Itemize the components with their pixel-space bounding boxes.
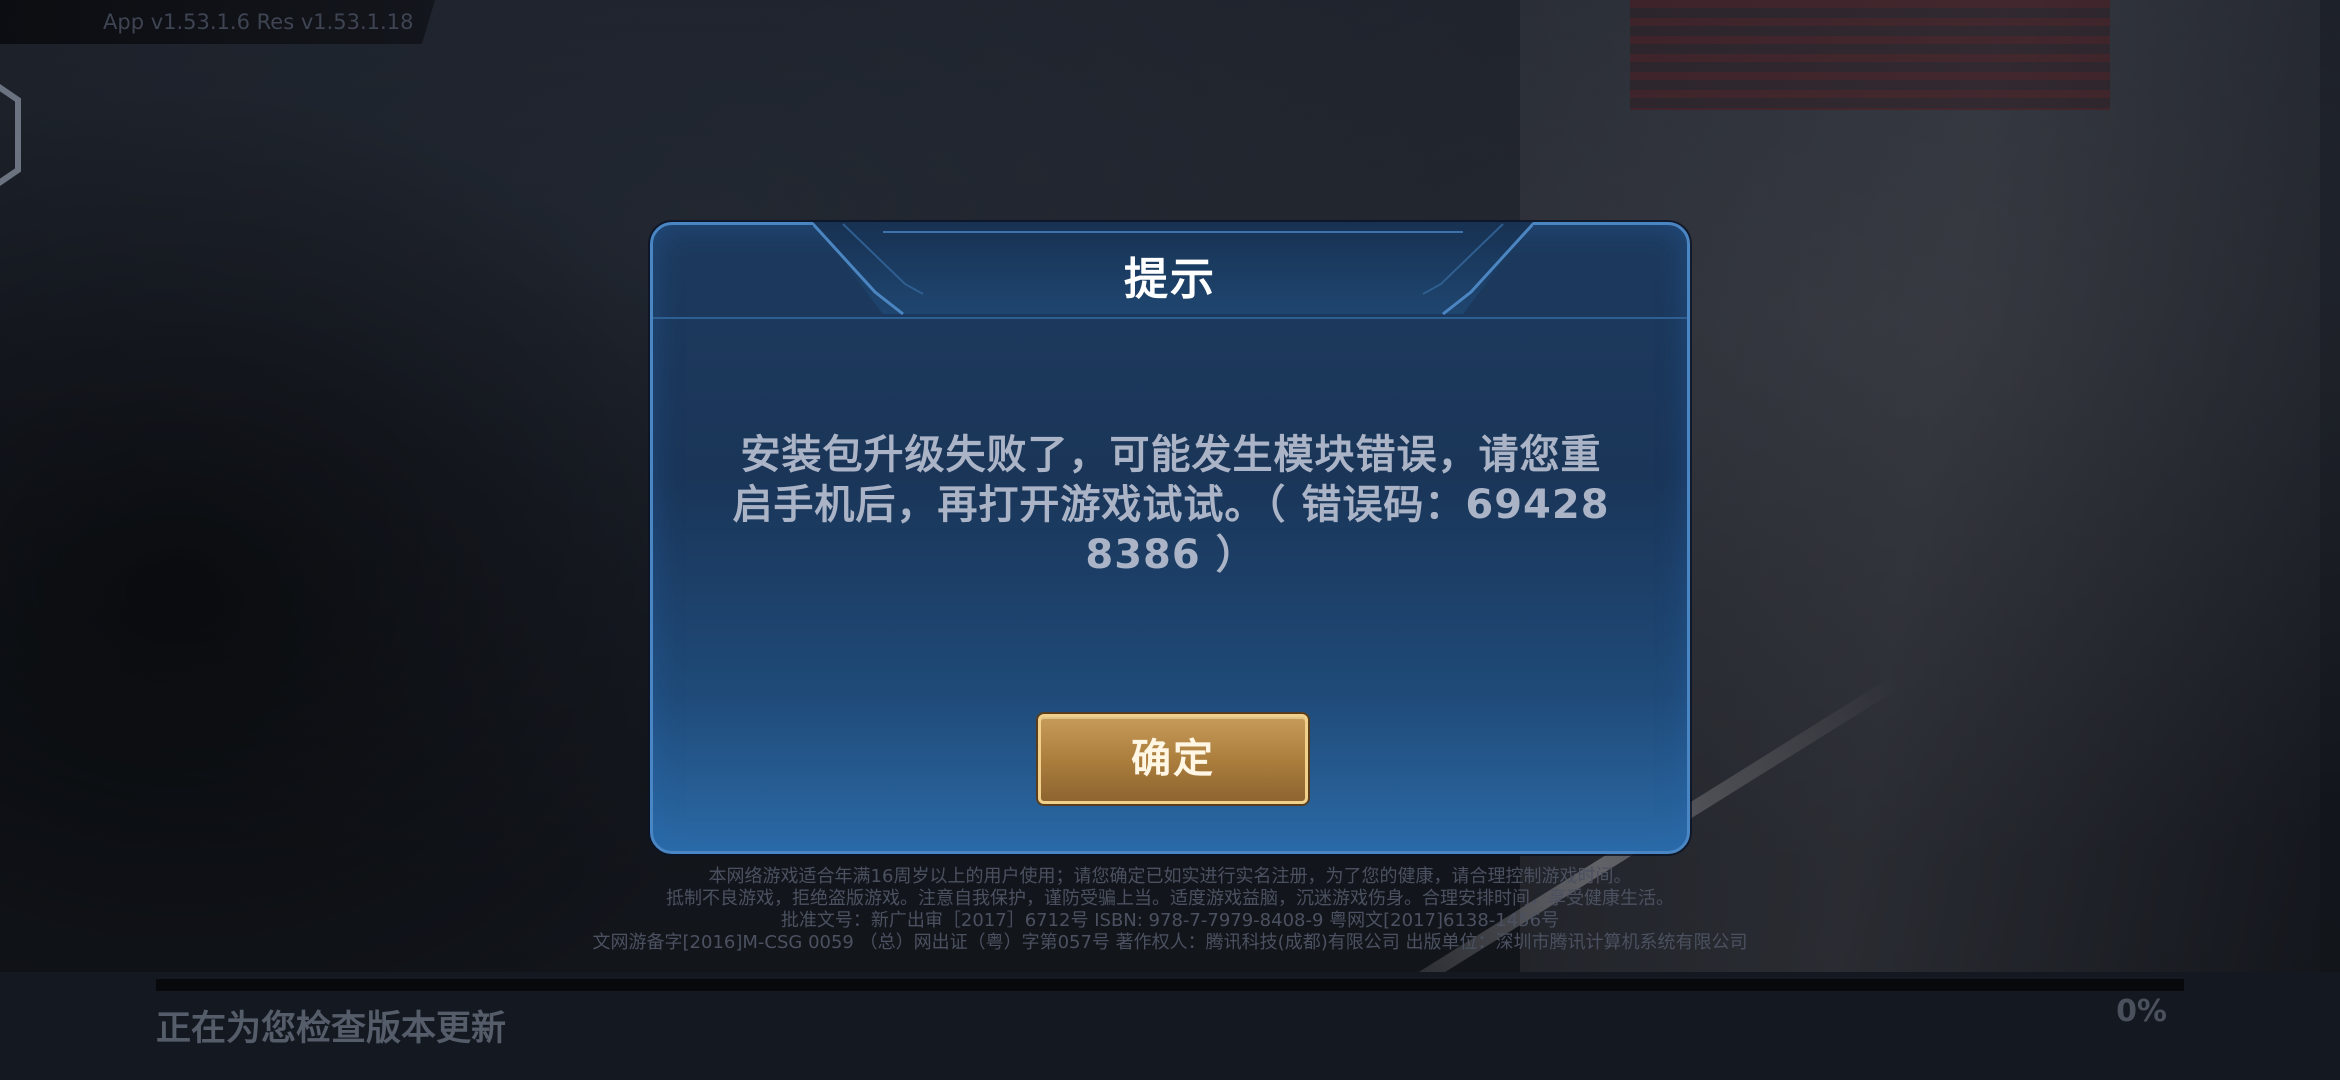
version-label: App v1.53.1.6 Res v1.53.1.18 [0, 0, 435, 44]
dialog-message: 安装包升级失败了，可能发生模块错误，请您重 启手机后，再打开游戏试试。（ 错误码… [731, 430, 1611, 580]
message-line-3: 8386 ） [731, 530, 1611, 580]
message-line-1: 安装包升级失败了，可能发生模块错误，请您重 [740, 432, 1602, 478]
progress-percent: 0% [2116, 994, 2167, 1029]
message-line-2-text: 启手机后，再打开游戏试试。（ 错误码： [732, 482, 1466, 528]
error-code-part-1: 69428 [1465, 482, 1610, 528]
legal-line: 批准文号：新广出审［2017］6712号 ISBN: 978-7-7979-84… [780, 910, 1560, 931]
message-line-3-text: ） [1200, 532, 1257, 578]
update-status-text: 正在为您检查版本更新 [156, 1009, 507, 1049]
dialog-title: 提示 [1124, 254, 1216, 305]
dialog-header-divider [653, 317, 1687, 319]
legal-line: 文网游备字[2016]M-CSG 0059 （总）网出证（粤）字第057号 著作… [592, 932, 1748, 953]
legal-notice: 本网络游戏适合年满16周岁以上的用户使用；请您确定已如实进行实名注册，为了您的健… [450, 866, 1890, 954]
message-line-2: 启手机后，再打开游戏试试。（ 错误码：69428 [731, 480, 1611, 530]
update-status-bar: 正在为您检查版本更新 0% [0, 972, 2340, 1080]
confirm-button[interactable]: 确定 [1038, 714, 1308, 804]
error-code-part-2: 8386 [1085, 532, 1201, 578]
alert-dialog: 提示 安装包升级失败了，可能发生模块错误，请您重 启手机后，再打开游戏试试。（ … [650, 222, 1690, 854]
hexagon-frame-icon [0, 84, 21, 186]
legal-line: 抵制不良游戏，拒绝盗版游戏。注意自我保护，谨防受骗上当。适度游戏益脑，沉迷游戏伤… [666, 888, 1674, 909]
progress-bar [156, 979, 2184, 991]
legal-line: 本网络游戏适合年满16周岁以上的用户使用；请您确定已如实进行实名注册，为了您的健… [708, 866, 1632, 887]
